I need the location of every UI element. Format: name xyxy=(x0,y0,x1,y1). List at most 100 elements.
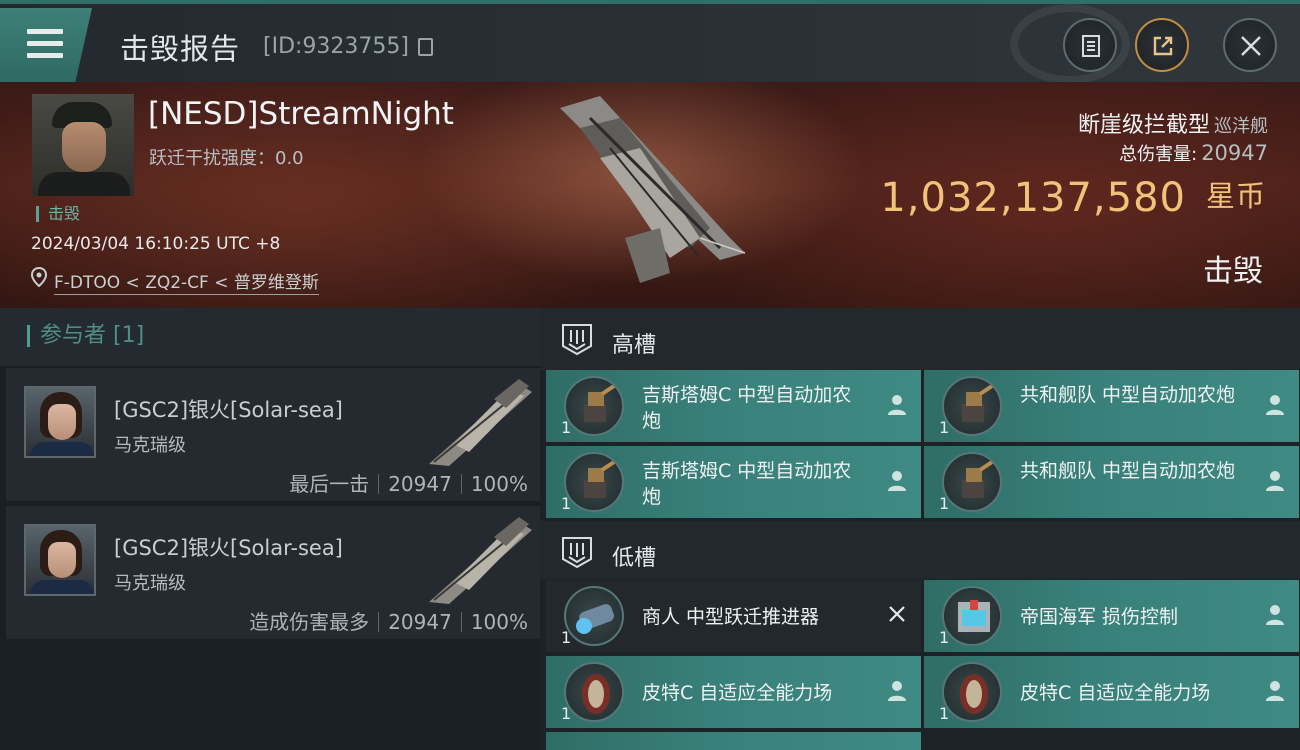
module-quantity: 1 xyxy=(561,418,572,437)
share-button[interactable] xyxy=(1135,18,1189,72)
isk-amount: 1,032,137,580 xyxy=(880,175,1186,221)
participant-ship-image[interactable] xyxy=(424,512,534,607)
shield-field-icon xyxy=(564,662,624,722)
participant-percent: 100% xyxy=(470,472,528,496)
victim-pilot-name[interactable]: [NESD]StreamNight xyxy=(148,96,454,132)
participant-percent: 100% xyxy=(470,610,528,634)
module-slot[interactable]: 1 帝国海军 损伤控制 xyxy=(924,580,1299,652)
isk-value: 1,032,137,580 星币 xyxy=(880,173,1266,221)
fitting-panel: 高槽 1 吉斯塔姆C 中型自动加农炮 1 共和舰队 中型自动加农炮 1 吉斯塔姆… xyxy=(540,308,1300,750)
participants-panel: 参与者 [1] ★ [GSC2]银火[Solar-sea] 马克瑞级 最后一击 2… xyxy=(0,308,540,750)
high-slot-label: 高槽 xyxy=(612,333,657,358)
autocannon-icon xyxy=(564,452,624,512)
kill-result-label: 击毁 xyxy=(1203,254,1263,289)
hamburger-icon xyxy=(27,29,63,65)
participants-header: 参与者 [1] xyxy=(0,308,540,366)
person-icon xyxy=(1266,681,1284,701)
low-slot-header: 低槽 xyxy=(540,521,1300,579)
participant-row[interactable]: ★ [GSC2]银火[Solar-sea] 马克瑞级 最后一击 20947 100% xyxy=(6,368,540,501)
module-quantity: 1 xyxy=(939,628,950,647)
person-icon xyxy=(888,471,906,491)
person-icon xyxy=(1266,471,1284,491)
module-slot-partial[interactable] xyxy=(546,732,921,750)
close-icon xyxy=(1241,36,1261,56)
participant-role: 造成伤害最多 xyxy=(249,610,370,634)
participant-row[interactable]: ★ [GSC2]银火[Solar-sea] 马克瑞级 造成伤害最多 20947 10… xyxy=(6,506,540,639)
high-slot-icon xyxy=(562,324,592,356)
warp-disruption-strength: 跃迁干扰强度：0.0 xyxy=(149,148,304,169)
avatar[interactable]: ★ xyxy=(24,386,96,458)
autocannon-icon xyxy=(942,452,1002,512)
clipboard-icon xyxy=(1082,35,1100,57)
avatar[interactable]: ★ xyxy=(24,524,96,596)
module-slot[interactable]: 1 共和舰队 中型自动加农炮 xyxy=(924,446,1299,518)
module-name: 商人 中型跃迁推进器 xyxy=(642,606,820,628)
module-quantity: 1 xyxy=(939,418,950,437)
total-damage: 总伤害量: 20947 xyxy=(1119,140,1268,166)
dropped-x-icon xyxy=(889,606,905,622)
close-button[interactable] xyxy=(1223,18,1277,72)
participants-title: 参与者 [1] xyxy=(27,325,144,347)
ship-type: 巡洋舰 xyxy=(1214,116,1268,137)
report-id: [ID:9323755] xyxy=(263,34,409,59)
module-slot[interactable]: 1 皮特C 自适应全能力场 xyxy=(924,656,1299,728)
person-icon xyxy=(1266,605,1284,625)
victim-ship-image[interactable] xyxy=(540,88,760,298)
module-name: 吉斯塔姆C 中型自动加农炮 xyxy=(642,460,852,508)
module-name: 皮特C 自适应全能力场 xyxy=(642,682,833,704)
module-slot[interactable]: 1 皮特C 自适应全能力场 xyxy=(546,656,921,728)
person-icon xyxy=(888,395,906,415)
module-slot[interactable]: 1 吉斯塔姆C 中型自动加农炮 xyxy=(546,370,921,442)
star-icon: ★ xyxy=(94,456,96,458)
module-quantity: 1 xyxy=(561,704,572,723)
afterburner-icon xyxy=(564,586,624,646)
module-name: 皮特C 自适应全能力场 xyxy=(1020,682,1211,704)
damage-control-icon xyxy=(942,586,1002,646)
isk-unit: 星币 xyxy=(1205,179,1266,213)
participant-damage: 20947 xyxy=(388,610,452,634)
module-slot[interactable]: 1 商人 中型跃迁推进器 xyxy=(546,580,921,652)
person-icon xyxy=(1266,395,1284,415)
kill-location-link[interactable]: F-DTOO < ZQ2-CF < 普罗维登斯 xyxy=(54,268,319,295)
module-name: 共和舰队 中型自动加农炮 xyxy=(1020,460,1236,482)
total-damage-label: 总伤害量: xyxy=(1119,144,1198,165)
copy-icon[interactable] xyxy=(418,38,433,56)
participant-name[interactable]: [GSC2]银火[Solar-sea] xyxy=(114,394,343,424)
module-slot[interactable]: 1 共和舰队 中型自动加农炮 xyxy=(924,370,1299,442)
high-slot-header: 高槽 xyxy=(540,308,1300,370)
participant-stats: 最后一击 20947 100% xyxy=(289,468,528,497)
kill-datetime: 2024/03/04 16:10:25 UTC +8 xyxy=(31,234,281,254)
participant-role: 最后一击 xyxy=(289,472,370,496)
ship-name[interactable]: 断崖级拦截型 xyxy=(1078,113,1210,138)
module-slot[interactable]: 1 吉斯塔姆C 中型自动加农炮 xyxy=(546,446,921,518)
star-icon: ★ xyxy=(94,594,96,596)
module-quantity: 1 xyxy=(561,628,572,647)
module-quantity: 1 xyxy=(939,704,950,723)
autocannon-icon xyxy=(564,376,624,436)
total-damage-value: 20947 xyxy=(1201,141,1268,165)
victim-portrait[interactable] xyxy=(32,94,134,196)
low-slot-icon xyxy=(562,537,592,569)
top-bar: 击毁报告 [ID:9323755] xyxy=(0,0,1300,84)
module-quantity: 1 xyxy=(561,494,572,513)
participant-name[interactable]: [GSC2]银火[Solar-sea] xyxy=(114,532,343,562)
participant-ship-image[interactable] xyxy=(424,374,534,469)
participant-stats: 造成伤害最多 20947 100% xyxy=(249,606,528,635)
participant-ship: 马克瑞级 xyxy=(114,435,186,456)
clipboard-button[interactable] xyxy=(1063,18,1117,72)
module-quantity: 1 xyxy=(939,494,950,513)
module-name: 帝国海军 损伤控制 xyxy=(1020,606,1179,628)
participant-damage: 20947 xyxy=(388,472,452,496)
autocannon-icon xyxy=(942,376,1002,436)
victim-ship-class: 断崖级拦截型 巡洋舰 xyxy=(1078,107,1268,139)
location-pin-icon xyxy=(31,267,47,287)
page-title: 击毁报告 xyxy=(120,32,241,66)
module-name: 吉斯塔姆C 中型自动加农炮 xyxy=(642,384,852,432)
module-name: 共和舰队 中型自动加农炮 xyxy=(1020,384,1236,406)
participant-ship: 马克瑞级 xyxy=(114,573,186,594)
menu-button[interactable] xyxy=(0,8,92,82)
share-icon xyxy=(1153,36,1173,56)
status-badge: 击毁 xyxy=(36,206,80,222)
low-slot-label: 低槽 xyxy=(612,546,657,571)
shield-field-icon xyxy=(942,662,1002,722)
